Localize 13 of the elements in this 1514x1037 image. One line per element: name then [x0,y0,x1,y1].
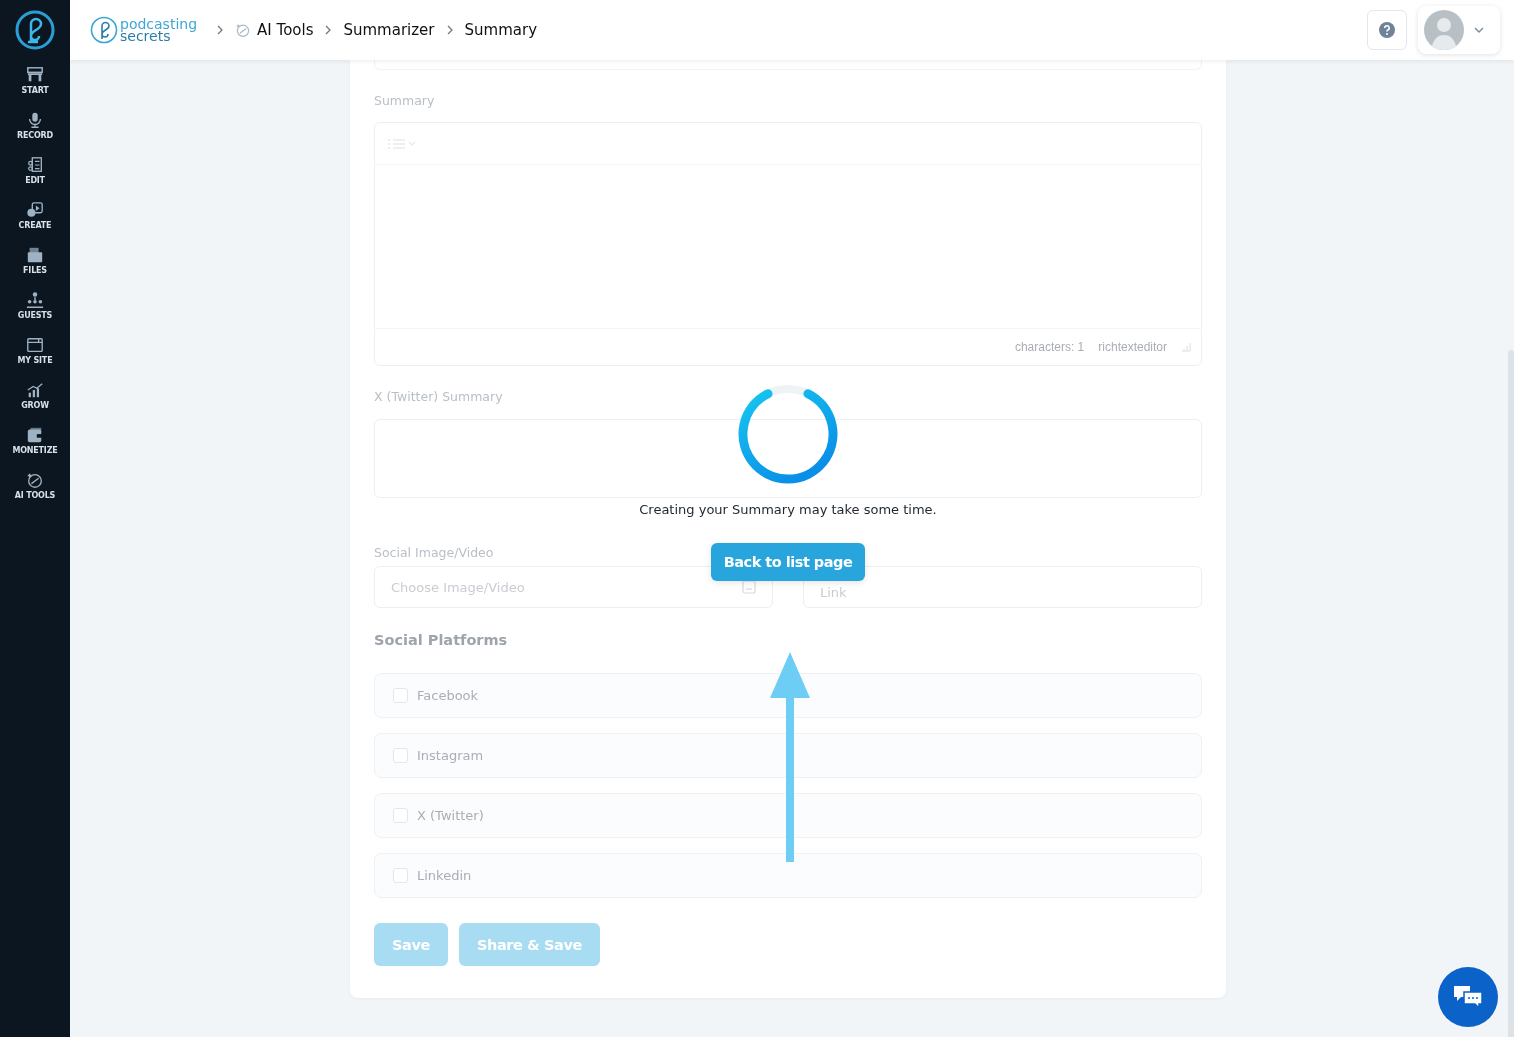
editor-name: richtexteditor [1098,340,1167,354]
section-heading: Social Platforms [374,632,509,650]
platform-label: Linkedin [417,868,472,883]
loading-message: Creating your Summary may take some time. [639,502,937,517]
platform-label: Facebook [417,688,479,703]
field-label: Social Image/Video [374,545,494,560]
field-label: Summary [374,93,436,110]
logo-text: secrets [120,30,171,42]
character-count: characters: 1 [1014,340,1085,354]
platform-label: X (Twitter) [417,808,484,823]
field-label: X (Twitter) Summary [374,389,504,406]
logo-text: podcasting [120,18,198,30]
platform-label: Instagram [417,748,484,763]
